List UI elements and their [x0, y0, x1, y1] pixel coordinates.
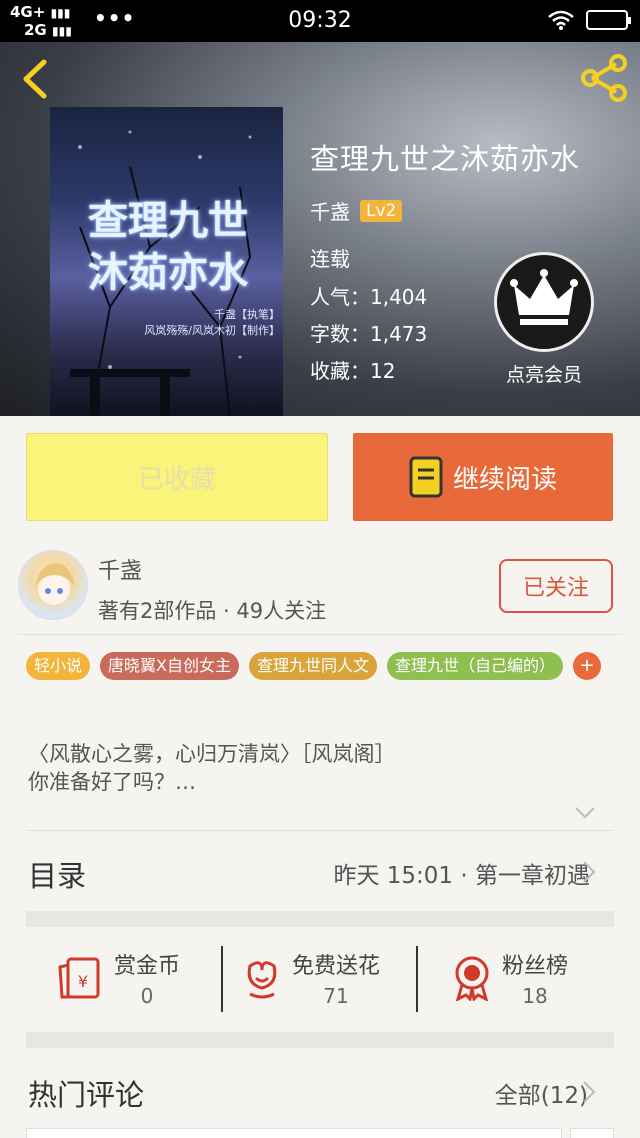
crown-icon	[510, 269, 578, 325]
svg-text:¥: ¥	[78, 972, 88, 991]
fans-label: 粉丝榜	[502, 954, 569, 979]
book-status: 连载	[310, 247, 350, 271]
stat-divider	[221, 946, 223, 1012]
book-icon	[409, 456, 443, 498]
book-word-count: 字数：1,473	[310, 322, 428, 346]
divider	[26, 830, 614, 831]
share-button[interactable]	[578, 52, 630, 104]
flower-icon	[247, 961, 277, 999]
fan-ranking-button[interactable]: 粉丝榜 18	[452, 948, 568, 1008]
comment-card[interactable]	[570, 1128, 614, 1138]
book-title: 查理九世之沐茹亦水	[310, 142, 581, 176]
continue-reading-button[interactable]: 继续阅读	[353, 433, 613, 521]
section-gap	[26, 1032, 614, 1048]
all-comments-link[interactable]: 全部(12)	[495, 1076, 588, 1110]
back-button[interactable]	[18, 58, 52, 100]
chevron-right-icon[interactable]	[582, 860, 596, 884]
wifi-icon	[548, 10, 574, 30]
status-bar: 4G+ ▮▮▮ 2G ▮▮▮ ••• 09:32	[0, 0, 640, 42]
cover-title: 查理九世 沐茹亦水	[88, 197, 248, 296]
toc-title[interactable]: 目录	[28, 853, 86, 895]
flower-value: 71	[323, 984, 349, 1008]
vip-button[interactable]: 点亮会员	[492, 252, 596, 387]
fans-value: 18	[522, 984, 548, 1008]
section-gap	[26, 911, 614, 927]
author-name[interactable]: 千盏	[98, 553, 142, 585]
comment-card[interactable]	[26, 1128, 562, 1138]
add-tag-button[interactable]: +	[573, 652, 602, 680]
book-cover[interactable]: 查理九世 沐茹亦水 千盏【执笔】 风岚殇殇/风岚木初【制作】	[50, 107, 283, 416]
chevron-down-icon[interactable]	[574, 806, 596, 820]
book-author[interactable]: 千盏	[310, 196, 350, 225]
author-avatar[interactable]	[18, 550, 88, 620]
red-envelope-icon: ¥	[58, 957, 100, 999]
reward-coins-button[interactable]: ¥ 赏金币 0	[56, 948, 180, 1008]
tag-list: 轻小说 唐晓翼X自创女主 查理九世同人文 查理九世（自己编的） +	[26, 652, 626, 680]
vip-label: 点亮会员	[505, 364, 582, 386]
stat-divider	[416, 946, 418, 1012]
author-stats: 著有2部作品 · 49人关注	[98, 599, 327, 623]
battery-icon	[586, 10, 631, 30]
reward-label: 赏金币	[114, 954, 181, 979]
flower-label: 免费送花	[292, 954, 381, 979]
avatar-art	[35, 563, 75, 605]
divider	[18, 634, 622, 635]
tag[interactable]: 查理九世同人文	[248, 652, 377, 680]
cover-credits: 千盏【执笔】 风岚殇殇/风岚木初【制作】	[144, 308, 280, 337]
tag[interactable]: 查理九世（自己编的）	[387, 652, 564, 680]
reward-value: 0	[140, 984, 154, 1008]
clock: 09:32	[288, 8, 352, 33]
book-header: 4G+ ▮▮▮ 2G ▮▮▮ ••• 09:32 查理九世 沐茹亦水 千盏【执笔…	[0, 0, 640, 416]
hot-comments-title: 热门评论	[28, 1078, 145, 1112]
book-popularity: 人气：1,404	[310, 285, 428, 309]
chevron-right-icon[interactable]	[582, 1080, 596, 1104]
book-intro[interactable]: 〈风散心之雾，心归万清岚〉［风岚阁］ 你准备好了吗？…	[28, 740, 618, 796]
level-badge: Lv2	[360, 199, 403, 222]
book-favorites: 收藏：12	[310, 359, 396, 383]
toc-latest-chapter[interactable]: 昨天 15:01 · 第一章初遇	[333, 856, 590, 890]
continue-reading-label: 继续阅读	[452, 464, 557, 495]
free-flower-button[interactable]: 免费送花 71	[242, 948, 380, 1008]
follow-button[interactable]: 已关注	[499, 559, 613, 613]
tag[interactable]: 唐晓翼X自创女主	[100, 652, 239, 680]
medal-icon	[455, 956, 489, 1001]
tag[interactable]: 轻小说	[26, 652, 91, 680]
favorited-button[interactable]: 已收藏	[26, 433, 328, 521]
